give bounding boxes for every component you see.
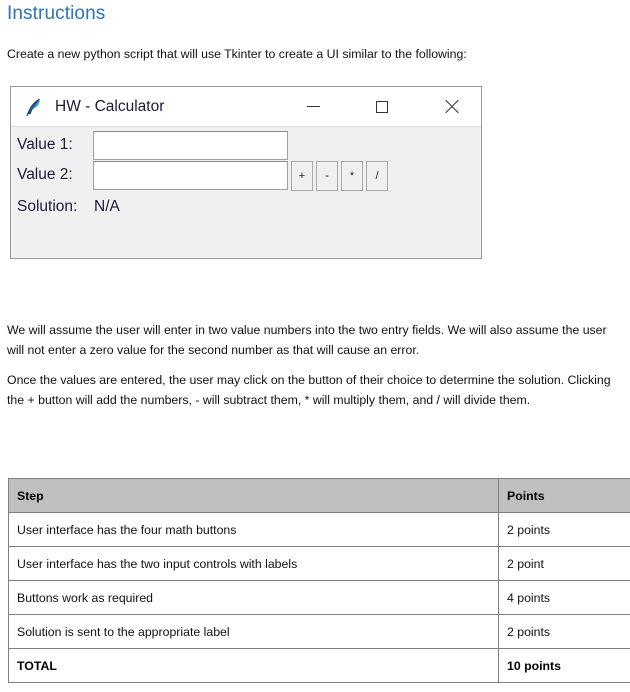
operations-paragraph: Once the values are entered, the user ma… xyxy=(7,373,611,407)
assumption-paragraph: We will assume the user will enter in tw… xyxy=(7,323,607,357)
subtract-button[interactable]: - xyxy=(316,161,338,191)
rubric-step: User interface has the two input control… xyxy=(8,546,499,581)
value1-label: Value 1: xyxy=(17,136,73,153)
value1-input[interactable] xyxy=(93,131,288,160)
rubric-step: Solution is sent to the appropriate labe… xyxy=(8,614,499,649)
maximize-glyph xyxy=(376,100,388,113)
close-icon[interactable] xyxy=(428,87,474,126)
solution-label: Solution: xyxy=(17,198,78,215)
add-button[interactable]: + xyxy=(291,161,313,191)
page-title: Instructions xyxy=(7,3,106,24)
rubric-step: User interface has the four math buttons xyxy=(8,512,499,547)
rubric-total-points: 10 points xyxy=(498,648,630,683)
column-header-step: Step xyxy=(8,478,499,513)
table-row-total: TOTAL 10 points xyxy=(8,648,630,683)
intro-paragraph: Create a new python script that will use… xyxy=(7,47,467,61)
maximize-icon[interactable] xyxy=(359,87,405,126)
close-glyph xyxy=(444,99,459,114)
solution-value: N/A xyxy=(94,198,120,215)
minimize-icon[interactable] xyxy=(290,87,336,126)
rubric-table: Step Points User interface has the four … xyxy=(8,478,630,683)
table-row: Buttons work as required 4 points xyxy=(8,580,630,615)
table-row: User interface has the four math buttons… xyxy=(8,512,630,547)
table-row: User interface has the two input control… xyxy=(8,546,630,581)
calculator-body: Value 1: Value 2: + - * / Solution: N/A xyxy=(11,127,481,258)
calculator-window-title: HW - Calculator xyxy=(55,98,165,115)
rubric-total-label: TOTAL xyxy=(8,648,499,683)
calculator-title-bar: HW - Calculator xyxy=(11,87,481,127)
calculator-window-screenshot: HW - Calculator Value 1: Value 2: + - * … xyxy=(10,86,482,259)
minimize-glyph xyxy=(306,106,320,107)
value2-input[interactable] xyxy=(93,161,288,190)
column-header-points: Points xyxy=(498,478,630,513)
rubric-points: 2 points xyxy=(498,614,630,649)
rubric-step: Buttons work as required xyxy=(8,580,499,615)
rubric-points: 4 points xyxy=(498,580,630,615)
value2-label: Value 2: xyxy=(17,166,73,183)
divide-button[interactable]: / xyxy=(366,161,388,191)
rubric-points: 2 points xyxy=(498,512,630,547)
feather-icon xyxy=(23,96,45,118)
table-header-row: Step Points xyxy=(8,478,630,513)
rubric-points: 2 point xyxy=(498,546,630,581)
table-row: Solution is sent to the appropriate labe… xyxy=(8,614,630,649)
multiply-button[interactable]: * xyxy=(341,161,363,191)
